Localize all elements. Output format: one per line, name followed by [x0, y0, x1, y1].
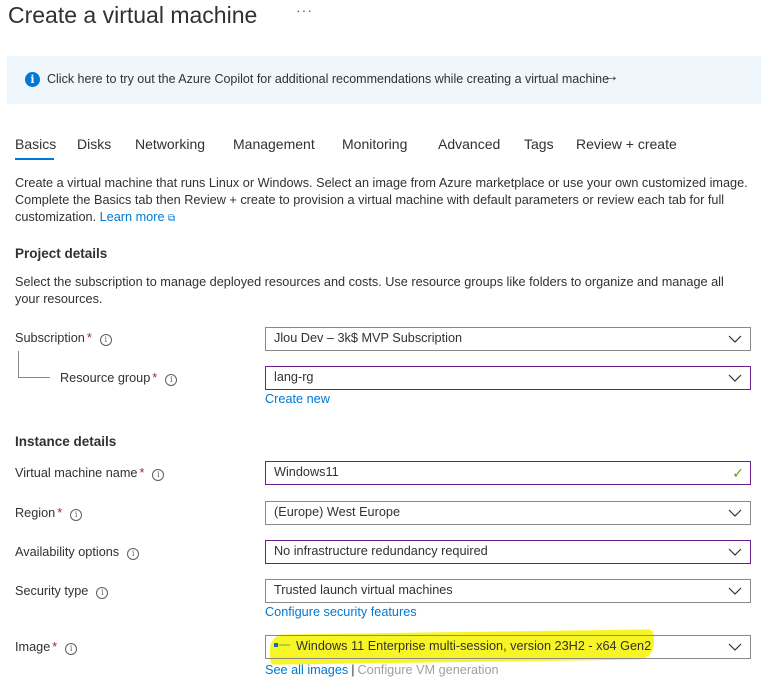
tab-disks[interactable]: Disks — [77, 136, 111, 152]
configure-vm-generation-link: Configure VM generation — [357, 663, 499, 677]
chevron-down-icon — [728, 374, 742, 382]
info-icon[interactable]: i — [99, 334, 112, 346]
security-type-select[interactable]: Trusted launch virtual machines — [265, 579, 751, 603]
page-title: Create a virtual machine — [8, 2, 258, 28]
arrow-right-icon: → — [603, 68, 619, 85]
create-new-link[interactable]: Create new — [265, 392, 330, 406]
banner-text: Click here to try out the Azure Copilot … — [47, 72, 610, 86]
windows-image-icon — [274, 643, 290, 647]
availability-label: Availability options i — [15, 545, 140, 560]
vm-name-value: Windows11 — [274, 465, 339, 479]
more-options-icon[interactable]: ··· — [296, 2, 313, 18]
instance-details-heading: Instance details — [15, 434, 117, 449]
tab-networking[interactable]: Networking — [135, 136, 205, 152]
tab-management[interactable]: Management — [233, 136, 315, 152]
learn-more-link[interactable]: Learn more ⧉ — [100, 210, 176, 224]
info-icon[interactable]: i — [127, 548, 140, 560]
project-details-desc: Select the subscription to manage deploy… — [15, 275, 724, 306]
info-icon[interactable]: i — [70, 509, 83, 521]
availability-value: No infrastructure redundancy required — [274, 544, 488, 558]
configure-security-link[interactable]: Configure security features — [265, 605, 417, 619]
tab-review-create[interactable]: Review + create — [576, 136, 677, 152]
image-select[interactable]: Windows 11 Enterprise multi-session, ver… — [265, 635, 751, 659]
vm-name-input[interactable]: Windows11 ✓ — [265, 461, 751, 485]
image-label: Image * i — [15, 640, 78, 655]
info-icon[interactable]: i — [152, 469, 165, 481]
info-icon[interactable]: i — [65, 643, 78, 655]
security-type-value: Trusted launch virtual machines — [274, 583, 453, 597]
chevron-down-icon — [728, 643, 742, 651]
chevron-down-icon — [728, 587, 742, 595]
see-all-images-link[interactable]: See all images — [265, 663, 348, 677]
subscription-select[interactable]: Jlou Dev – 3k$ MVP Subscription — [265, 327, 751, 351]
tab-advanced[interactable]: Advanced — [438, 136, 500, 152]
image-value: Windows 11 Enterprise multi-session, ver… — [274, 639, 651, 653]
intro-text: Create a virtual machine that runs Linux… — [15, 175, 750, 227]
image-links: See all images | Configure VM generation — [265, 663, 499, 677]
tab-basics[interactable]: Basics — [15, 136, 56, 152]
active-tab-indicator — [15, 158, 54, 160]
subscription-value: Jlou Dev – 3k$ MVP Subscription — [274, 331, 463, 345]
vm-name-label: Virtual machine name * i — [15, 466, 165, 481]
chevron-down-icon — [728, 335, 742, 343]
tree-connector — [18, 351, 19, 377]
checkmark-icon: ✓ — [732, 465, 744, 481]
copilot-banner[interactable]: i Click here to try out the Azure Copilo… — [7, 56, 761, 104]
tab-tags[interactable]: Tags — [524, 136, 554, 152]
resource-group-value: lang-rg — [274, 370, 314, 384]
region-value: (Europe) West Europe — [274, 505, 400, 519]
region-select[interactable]: (Europe) West Europe — [265, 501, 751, 525]
security-type-label: Security type i — [15, 584, 109, 599]
info-icon[interactable]: i — [96, 587, 109, 599]
subscription-label: Subscription * i — [15, 331, 112, 346]
tab-monitoring[interactable]: Monitoring — [342, 136, 407, 152]
resource-group-select[interactable]: lang-rg — [265, 366, 751, 390]
project-details-heading: Project details — [15, 246, 108, 261]
external-link-icon: ⧉ — [168, 213, 176, 224]
resource-group-label: Resource group * i — [60, 371, 178, 386]
region-label: Region * i — [15, 506, 83, 521]
info-icon: i — [25, 72, 40, 87]
chevron-down-icon — [728, 509, 742, 517]
info-icon[interactable]: i — [165, 374, 178, 386]
chevron-down-icon — [728, 548, 742, 556]
availability-select[interactable]: No infrastructure redundancy required — [265, 540, 751, 564]
tree-connector — [18, 377, 50, 378]
